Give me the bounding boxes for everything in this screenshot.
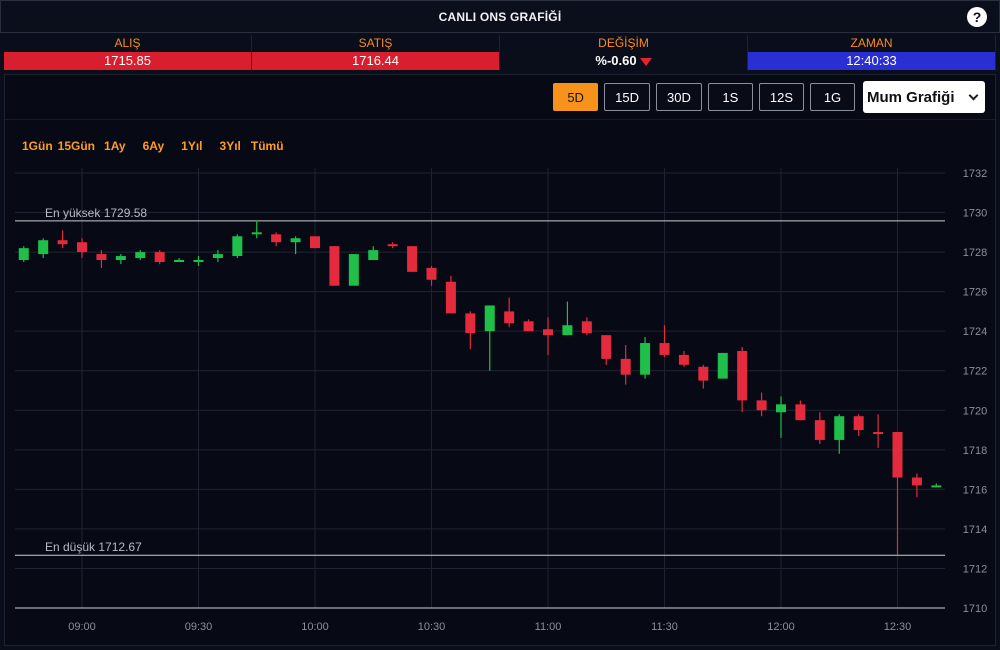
- candle-body: [407, 246, 418, 272]
- change-stat: DEĞİŞİM %-0.60: [500, 35, 748, 71]
- candle-body: [154, 252, 165, 262]
- candle-body: [581, 321, 592, 334]
- x-tick-label: 09:00: [68, 621, 96, 633]
- x-tick-label: 10:30: [418, 621, 446, 633]
- candle-body: [892, 432, 903, 478]
- candle-body: [717, 352, 728, 379]
- low-reference-label: En düşük 1712.67: [45, 540, 142, 554]
- change-value-wrap: %-0.60: [500, 52, 747, 70]
- candle-body: [484, 305, 495, 332]
- candle-body: [620, 358, 631, 375]
- candle-body: [212, 254, 223, 259]
- title-bar: CANLI ONS GRAFİĞİ ?: [0, 0, 1000, 33]
- candle-body: [193, 260, 204, 262]
- candle-body: [776, 404, 786, 413]
- candle-body: [251, 232, 262, 235]
- candle-body: [18, 248, 29, 260]
- change-label: DEĞİŞİM: [598, 36, 649, 50]
- chart-panel: 5D 15D 30D 1S 12S 1G Mum Grafiği 1Gün 15…: [4, 74, 996, 646]
- candle-body: [135, 252, 146, 259]
- x-tick-label: 11:30: [651, 621, 678, 633]
- y-tick-label: 1722: [963, 366, 987, 378]
- candlestick-chart[interactable]: 1732 1730 1728 1726 1724 1722 1720 1718 1716 1714…: [5, 75, 995, 645]
- candle-body: [426, 267, 437, 280]
- candle-body: [698, 366, 709, 381]
- candle-body: [96, 254, 107, 260]
- candle-body: [911, 477, 922, 486]
- help-icon[interactable]: ?: [967, 7, 987, 27]
- candle-body: [38, 240, 49, 255]
- y-tick-label: 1720: [963, 405, 987, 417]
- change-value: %-0.60: [595, 53, 637, 68]
- bid-stat: ALIŞ 1715.85: [4, 35, 252, 71]
- x-tick-label: 10:00: [301, 621, 329, 633]
- page-title: CANLI ONS GRAFİĞİ: [438, 9, 562, 24]
- time-value: 12:40:33: [748, 52, 995, 70]
- bid-label: ALIŞ: [114, 36, 141, 50]
- x-tick-label: 11:00: [535, 621, 562, 633]
- candle-body: [601, 335, 612, 359]
- candle-body: [387, 244, 398, 247]
- price-stats: ALIŞ 1715.85 SATIŞ 1716.44 DEĞİŞİM %-0.6…: [4, 35, 996, 71]
- candle-body: [445, 281, 456, 314]
- high-reference-label: En yüksek 1729.58: [45, 206, 147, 220]
- down-arrow-icon: [639, 57, 652, 66]
- candle-body: [232, 236, 243, 257]
- y-tick-label: 1710: [963, 603, 987, 615]
- x-tick-label: 12:30: [884, 621, 912, 633]
- candle-body: [290, 238, 301, 243]
- candle-body: [57, 240, 68, 245]
- candle-body: [659, 343, 670, 355]
- candle-body: [348, 254, 359, 286]
- candle-body: [931, 485, 942, 488]
- bid-value: 1715.85: [4, 52, 251, 70]
- ask-stat: SATIŞ 1716.44: [252, 35, 500, 71]
- y-tick-label: 1724: [963, 326, 987, 338]
- candle-body: [853, 416, 864, 431]
- ask-value: 1716.44: [252, 52, 499, 70]
- candle-body: [562, 325, 573, 336]
- y-tick-label: 1712: [963, 563, 987, 575]
- candle-body: [310, 236, 320, 249]
- candle-body: [271, 234, 282, 243]
- candle-body: [795, 404, 806, 421]
- y-tick-label: 1730: [963, 208, 987, 220]
- ask-label: SATIŞ: [358, 36, 393, 50]
- x-tick-label: 12:00: [767, 621, 795, 633]
- candle-body: [368, 250, 379, 260]
- y-tick-label: 1732: [963, 168, 987, 180]
- candle-body: [504, 311, 515, 324]
- candle-body: [737, 350, 748, 401]
- y-tick-label: 1718: [963, 445, 987, 457]
- y-tick-label: 1726: [963, 287, 987, 299]
- candle-body: [873, 432, 884, 435]
- candle-body: [543, 329, 553, 336]
- y-tick-label: 1716: [963, 484, 987, 496]
- candle-body: [329, 246, 340, 286]
- candle-body: [834, 416, 845, 440]
- candle-body: [174, 260, 185, 262]
- candle-body: [678, 354, 689, 365]
- y-tick-label: 1728: [963, 247, 987, 259]
- time-label: ZAMAN: [850, 36, 893, 50]
- candle-body: [640, 343, 651, 375]
- candle-body: [465, 313, 476, 334]
- candle-body: [523, 321, 534, 332]
- x-tick-label: 09:30: [185, 621, 213, 633]
- candle-body: [814, 420, 825, 440]
- time-stat: ZAMAN 12:40:33: [748, 35, 996, 71]
- candle-body: [115, 256, 126, 260]
- y-tick-label: 1714: [963, 524, 987, 536]
- candle-body: [77, 242, 87, 253]
- candle-body: [756, 400, 767, 411]
